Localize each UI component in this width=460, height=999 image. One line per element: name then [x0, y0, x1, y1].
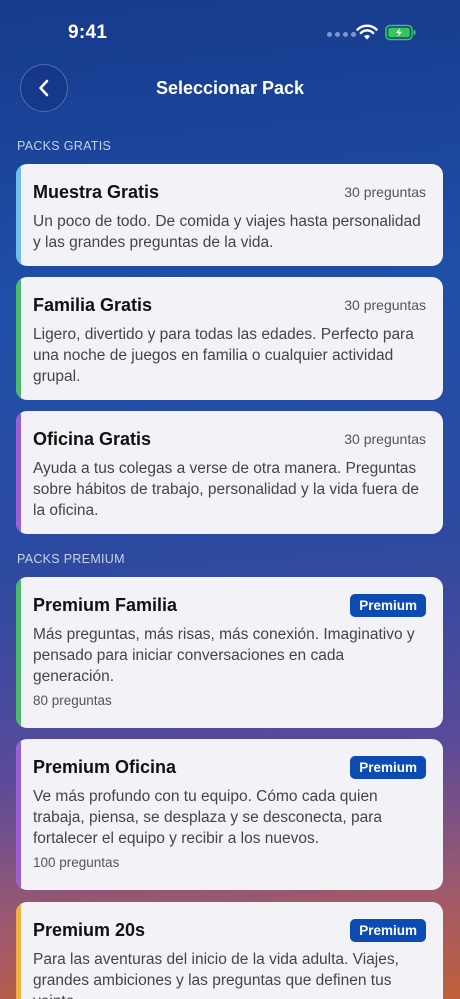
battery-icon [385, 24, 416, 41]
pack-card-premium-familia[interactable]: Premium Familia Premium Más preguntas, m… [16, 577, 443, 728]
signal-icon [327, 32, 356, 37]
pack-card-familia-gratis[interactable]: Familia Gratis 30 preguntas Ligero, dive… [16, 277, 443, 400]
premium-packs-header: PACKS PREMIUM [17, 552, 125, 566]
question-count: 80 preguntas [33, 693, 112, 708]
card-accent [16, 902, 21, 999]
pack-description: Más preguntas, más risas, más conexión. … [33, 626, 415, 685]
question-count: 100 preguntas [33, 855, 120, 870]
premium-badge: Premium [350, 593, 426, 617]
pack-title: Premium 20s [33, 919, 146, 940]
pack-title: Familia Gratis [33, 294, 153, 315]
wifi-icon [356, 24, 378, 40]
question-count: 30 preguntas [344, 431, 426, 447]
pack-card-muestra-gratis[interactable]: Muestra Gratis 30 preguntas Un poco de t… [16, 164, 443, 266]
pack-title: Premium Oficina [33, 756, 177, 777]
pack-card-premium-20s[interactable]: Premium 20s Premium Para las aventuras d… [16, 902, 443, 999]
pack-card-oficina-gratis[interactable]: Oficina Gratis 30 preguntas Ayuda a tus … [16, 411, 443, 534]
premium-badge: Premium [350, 755, 426, 779]
pack-card-premium-oficina[interactable]: Premium Oficina Premium Ve más profundo … [16, 739, 443, 890]
card-accent [16, 277, 21, 400]
pack-description: Para las aventuras del inicio de la vida… [33, 951, 399, 999]
pack-title: Premium Familia [33, 594, 178, 615]
pack-description: Ayuda a tus colegas a verse de otra mane… [33, 460, 420, 519]
card-accent [16, 577, 21, 728]
free-packs-header: PACKS GRATIS [17, 139, 112, 153]
question-count: 30 preguntas [344, 297, 426, 313]
pack-description: Un poco de todo. De comida y viajes hast… [33, 213, 421, 251]
card-accent [16, 164, 21, 266]
status-bar: 9:41 [0, 0, 460, 60]
pack-title: Muestra Gratis [33, 181, 160, 202]
status-time: 9:41 [68, 22, 108, 43]
card-accent [16, 739, 21, 890]
page-title: Seleccionar Pack [155, 78, 305, 98]
premium-badge: Premium [350, 918, 426, 942]
pack-title: Oficina Gratis [33, 428, 152, 449]
pack-description: Ve más profundo con tu equipo. Cómo cada… [33, 788, 382, 847]
card-accent [16, 411, 21, 534]
pack-description: Ligero, divertido y para todas las edade… [33, 326, 414, 385]
question-count: 30 preguntas [344, 184, 426, 200]
